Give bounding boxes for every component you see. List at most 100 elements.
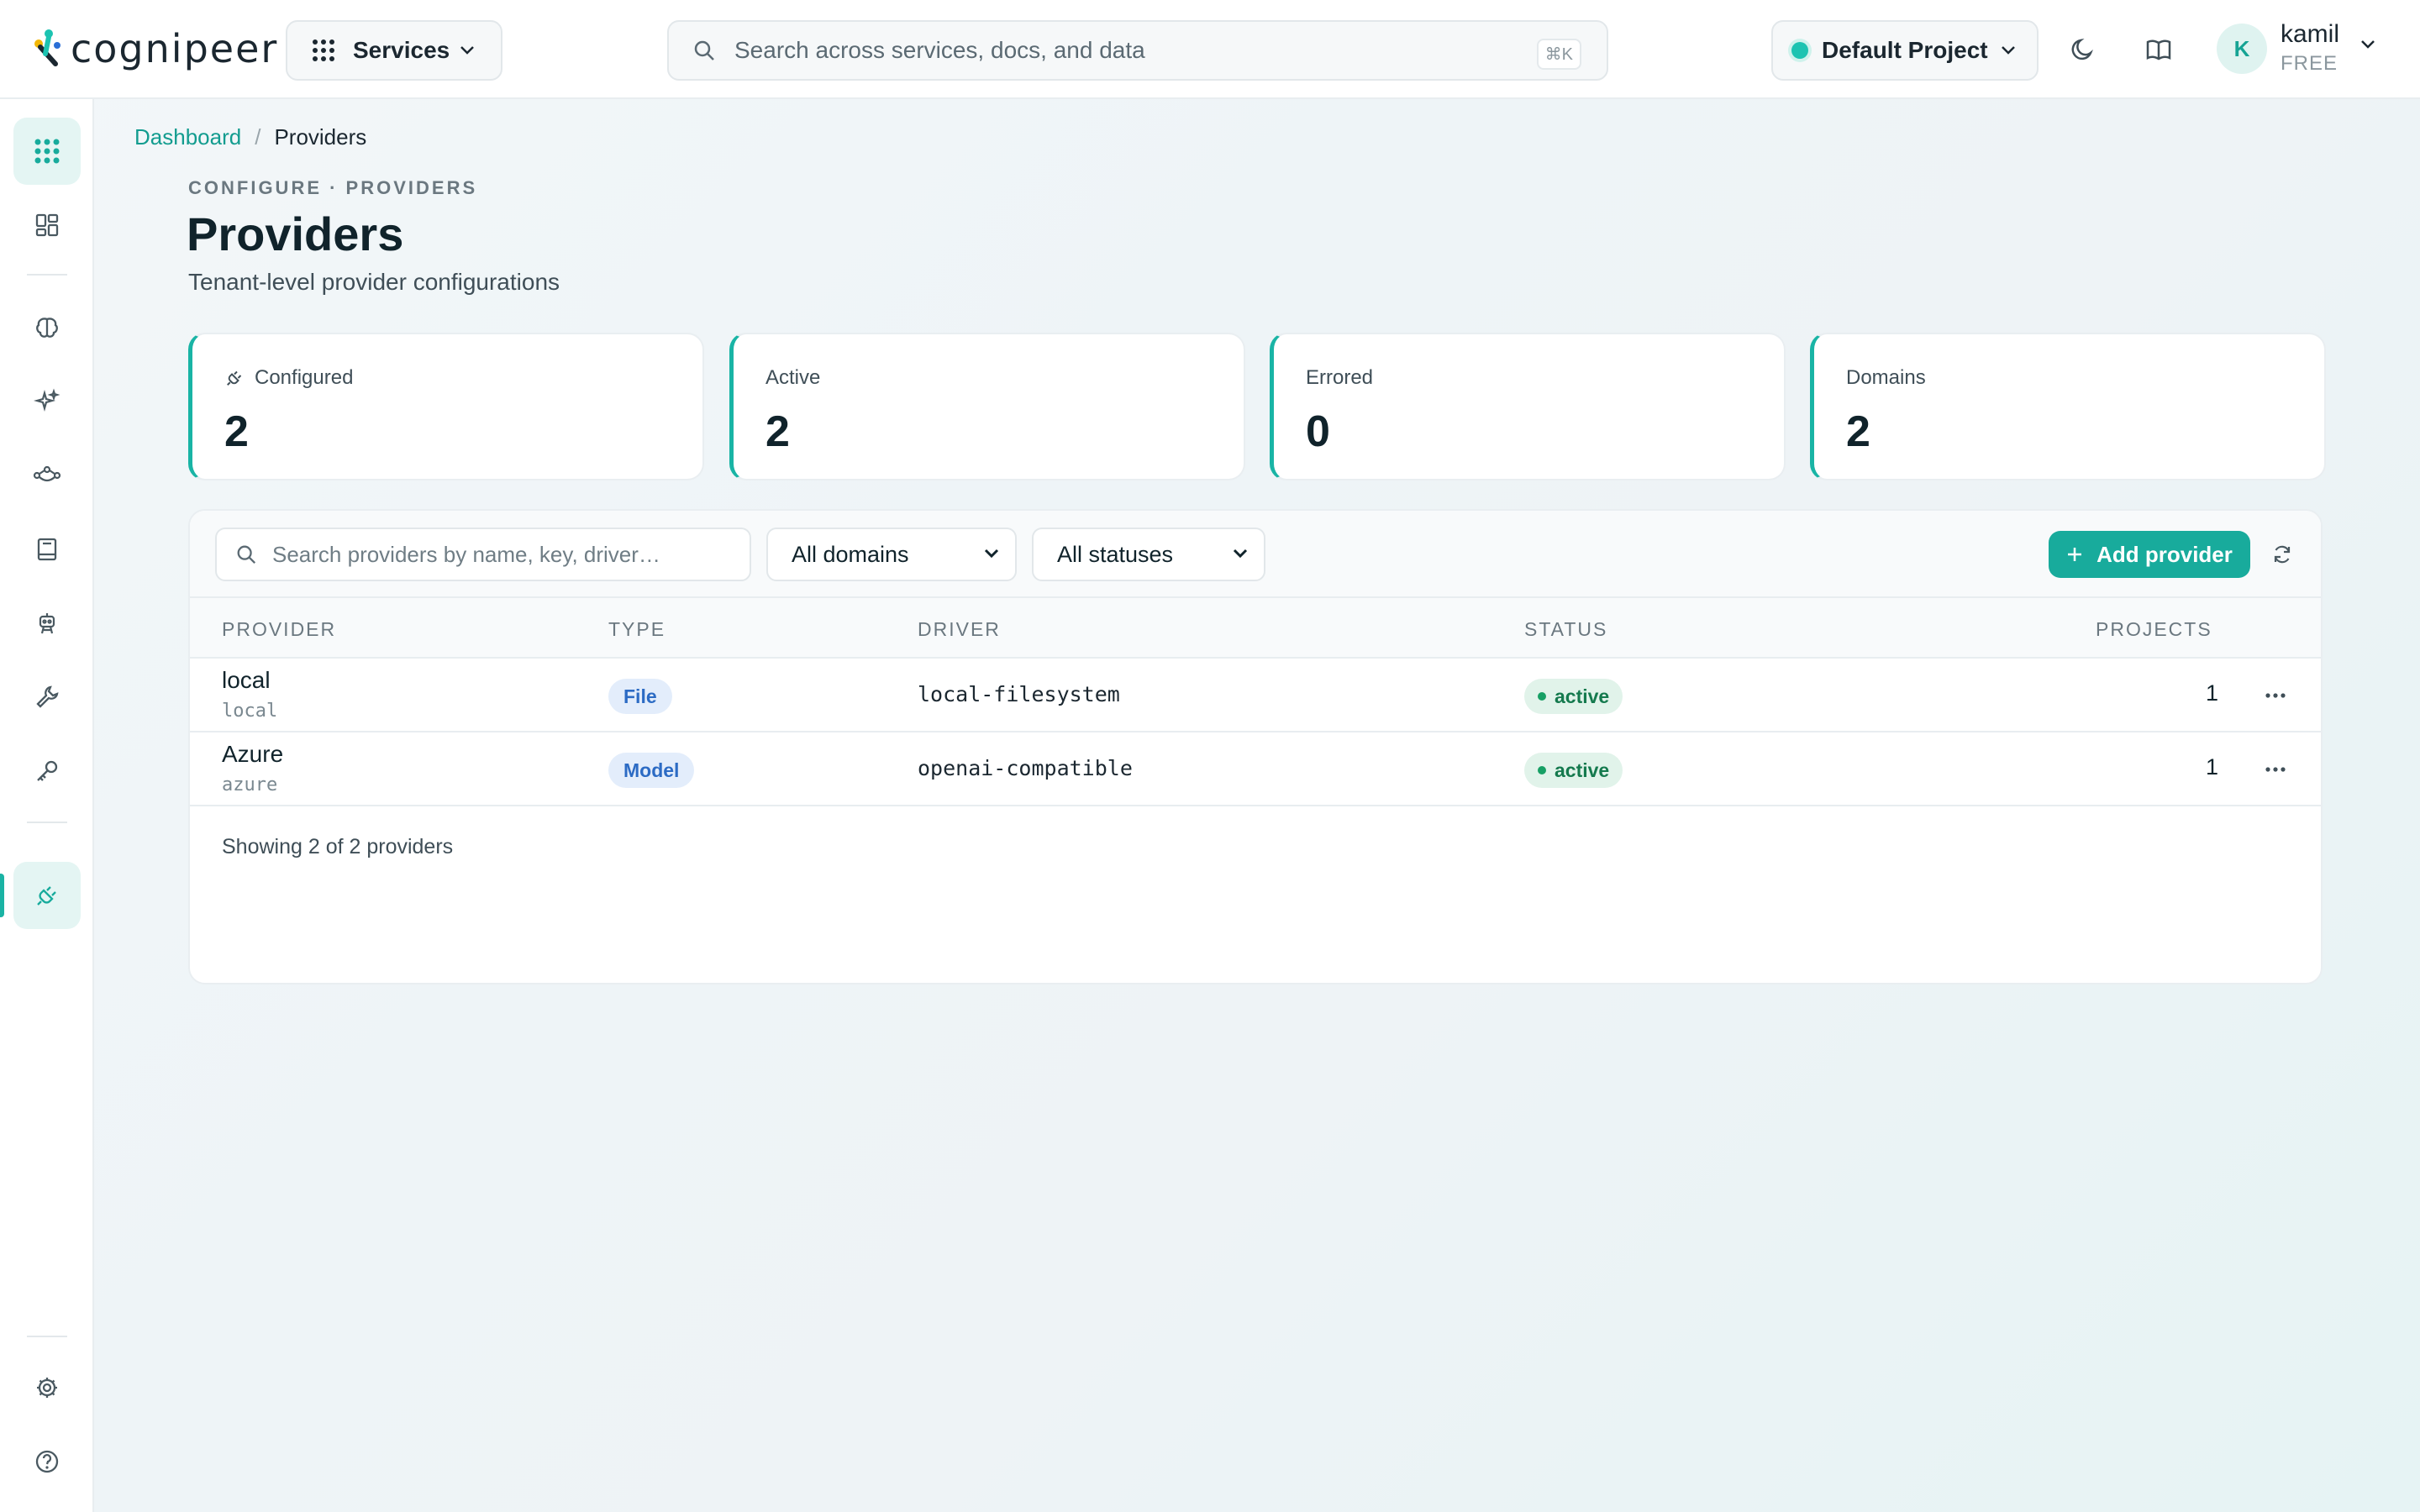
flow-icon <box>33 465 61 482</box>
moon-icon <box>2071 38 2093 60</box>
search-icon <box>237 545 256 564</box>
more-horizontal-icon <box>2265 693 2286 698</box>
sidebar-active-marker <box>0 874 4 917</box>
provider-search-input[interactable]: Search providers by name, key, driver… <box>215 528 751 581</box>
user-plan: FREE <box>2281 52 2338 75</box>
user-name[interactable]: kamil <box>2281 20 2339 49</box>
stat-label: Active <box>765 366 821 389</box>
table-row[interactable]: local local File local-filesystem active… <box>190 659 2321 732</box>
search-icon <box>694 40 714 60</box>
agent-icon <box>39 613 55 634</box>
sidebar <box>0 99 94 1512</box>
sidebar-item-help[interactable] <box>13 1428 81 1495</box>
sidebar-item-keys[interactable] <box>13 738 81 805</box>
status-badge: active <box>1524 679 1623 714</box>
stat-value: 2 <box>1846 407 1870 456</box>
brain-icon <box>36 318 58 338</box>
global-search-placeholder: Search across services, docs, and data <box>734 37 1145 63</box>
row-actions-button[interactable] <box>2259 754 2292 785</box>
breadcrumb: Dashboard / Providers <box>134 124 366 150</box>
sidebar-item-models[interactable] <box>13 294 81 361</box>
refresh-icon <box>2274 545 2291 564</box>
chevron-down-icon <box>984 549 999 559</box>
dashboard-icon <box>35 213 59 237</box>
provider-key: azure <box>222 774 278 795</box>
column-header-status[interactable]: STATUS <box>1524 618 1607 641</box>
services-menu-button[interactable]: Services <box>286 20 502 81</box>
breadcrumb-current: Providers <box>274 124 367 150</box>
column-header-driver[interactable]: DRIVER <box>918 618 1001 641</box>
apps-grid-icon <box>313 39 334 61</box>
chevron-down-icon[interactable] <box>2360 39 2376 50</box>
status-badge: active <box>1524 753 1623 788</box>
sidebar-item-notebooks[interactable] <box>13 516 81 583</box>
table-toolbar: Search providers by name, key, driver… A… <box>190 511 2321 598</box>
project-selector[interactable]: Default Project <box>1771 20 2039 81</box>
domain-filter-select[interactable]: All domains <box>766 528 1017 581</box>
cognipeer-logo[interactable]: cognipeer <box>32 22 278 76</box>
page-title: Providers <box>187 207 404 260</box>
sidebar-item-ai[interactable] <box>13 368 81 435</box>
add-provider-label: Add provider <box>2096 541 2233 567</box>
search-shortcut-badge: ⌘K <box>1536 39 1581 70</box>
stat-card-active: Active 2 <box>729 333 1245 480</box>
provider-projects-count: 1 <box>2205 680 2218 706</box>
sidebar-separator <box>27 274 67 276</box>
breadcrumb-dashboard-link[interactable]: Dashboard <box>134 124 241 150</box>
stat-card-configured: Configured 2 <box>188 333 704 480</box>
chevron-down-icon <box>2002 46 2015 55</box>
sidebar-item-agents[interactable] <box>13 590 81 657</box>
sidebar-item-settings[interactable] <box>13 1354 81 1421</box>
project-label: Default Project <box>1822 37 1988 63</box>
sidebar-item-tools[interactable] <box>13 664 81 731</box>
stat-card-domains: Domains 2 <box>1810 333 2326 480</box>
docs-button[interactable] <box>2139 30 2178 69</box>
stat-value: 0 <box>1306 407 1330 456</box>
stat-label: Configured <box>255 366 354 389</box>
services-label: Services <box>353 37 450 63</box>
column-header-provider[interactable]: PROVIDER <box>222 618 336 641</box>
stat-label: Domains <box>1846 366 1926 389</box>
provider-key: local <box>222 701 278 722</box>
type-badge: File <box>608 679 672 714</box>
provider-name[interactable]: local <box>222 667 271 694</box>
logo-text: cognipeer <box>71 26 279 71</box>
add-provider-button[interactable]: Add provider <box>2049 531 2250 578</box>
column-header-type[interactable]: TYPE <box>608 618 666 641</box>
sidebar-separator <box>27 1336 67 1337</box>
plus-icon <box>2068 548 2082 561</box>
logo-mark-icon <box>34 29 60 66</box>
sidebar-item-providers[interactable] <box>13 862 81 929</box>
stat-label: Errored <box>1306 366 1374 389</box>
help-icon <box>35 1450 59 1473</box>
page-eyebrow: CONFIGURE · PROVIDERS <box>188 177 478 198</box>
global-search-input[interactable]: Search across services, docs, and data ⌘… <box>667 20 1608 81</box>
user-avatar[interactable]: K <box>2217 24 2267 74</box>
tools-icon <box>36 685 59 708</box>
sidebar-item-dashboard[interactable] <box>13 192 81 259</box>
row-actions-button[interactable] <box>2259 680 2292 711</box>
refresh-button[interactable] <box>2265 538 2299 571</box>
key-icon <box>37 760 58 781</box>
type-badge: Model <box>608 753 695 788</box>
table-row[interactable]: Azure azure Model openai-compatible acti… <box>190 732 2321 806</box>
provider-name[interactable]: Azure <box>222 741 283 768</box>
chevron-down-icon <box>460 46 474 55</box>
breadcrumb-separator: / <box>255 124 261 150</box>
status-dot <box>1538 766 1546 774</box>
provider-search-placeholder: Search providers by name, key, driver… <box>272 541 660 567</box>
stat-value: 2 <box>224 407 249 456</box>
sidebar-item-apps[interactable] <box>13 118 81 185</box>
sidebar-item-flows[interactable] <box>13 442 81 509</box>
status-filter-select[interactable]: All statuses <box>1032 528 1265 581</box>
settings-icon <box>37 1378 57 1398</box>
provider-driver: openai-compatible <box>918 756 1133 780</box>
chevron-down-icon <box>1233 549 1248 559</box>
status-text: active <box>1555 759 1610 781</box>
status-dot <box>1538 692 1546 701</box>
theme-toggle-button[interactable] <box>2064 30 2102 69</box>
provider-driver: local-filesystem <box>918 682 1120 706</box>
project-status-dot <box>1791 42 1808 59</box>
more-horizontal-icon <box>2265 767 2286 772</box>
column-header-projects[interactable]: PROJECTS <box>2096 618 2212 641</box>
